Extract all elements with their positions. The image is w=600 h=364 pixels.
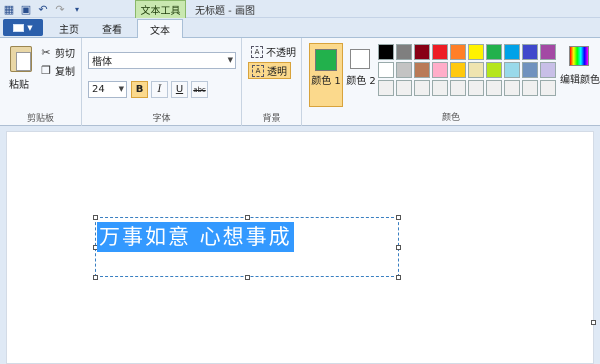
paste-icon[interactable] bbox=[10, 46, 32, 72]
file-menu-icon bbox=[13, 23, 25, 32]
edit-colors-button[interactable]: 编辑颜色 bbox=[558, 43, 600, 103]
color2-label: 颜色 2 bbox=[346, 76, 376, 87]
palette-color-swatch[interactable] bbox=[522, 62, 538, 78]
palette-color-swatch[interactable] bbox=[378, 44, 394, 60]
edit-colors-icon bbox=[569, 46, 589, 66]
palette-color-swatch[interactable] bbox=[486, 80, 502, 96]
palette-color-swatch[interactable] bbox=[432, 80, 448, 96]
palette-color-swatch[interactable] bbox=[468, 62, 484, 78]
canvas-resize-handle[interactable] bbox=[591, 320, 596, 325]
palette-color-swatch[interactable] bbox=[396, 62, 412, 78]
file-menu-button[interactable]: ▼ bbox=[3, 19, 43, 36]
palette-color-swatch[interactable] bbox=[396, 80, 412, 96]
copy-button[interactable]: ❐ 复制 bbox=[40, 63, 75, 78]
transparent-button[interactable]: A 透明 bbox=[248, 62, 291, 79]
app-icon[interactable]: ▦ bbox=[2, 2, 16, 16]
resize-handle[interactable] bbox=[245, 215, 250, 220]
canvas-text[interactable]: 万事如意 心想事成 bbox=[97, 222, 294, 252]
font-size-select[interactable]: 24 ▼ bbox=[88, 81, 127, 98]
context-tab-text-tools: 文本工具 bbox=[135, 0, 186, 18]
palette-color-swatch[interactable] bbox=[378, 80, 394, 96]
paste-button[interactable]: 粘贴 bbox=[9, 76, 29, 91]
resize-handle[interactable] bbox=[396, 245, 401, 250]
palette-color-swatch[interactable] bbox=[540, 62, 556, 78]
clipboard-group-label: 剪贴板 bbox=[26, 114, 54, 124]
resize-handle[interactable] bbox=[396, 275, 401, 280]
font-family-select[interactable]: 楷体 ▼ bbox=[88, 52, 236, 69]
palette-color-swatch[interactable] bbox=[432, 62, 448, 78]
resize-handle[interactable] bbox=[245, 275, 250, 280]
window-title: 无标题 - 画图 bbox=[195, 6, 255, 17]
undo-icon[interactable]: ↶ bbox=[36, 2, 50, 16]
color2-swatch bbox=[350, 49, 370, 69]
palette-color-swatch[interactable] bbox=[378, 62, 394, 78]
palette-color-swatch[interactable] bbox=[414, 62, 430, 78]
background-group-label: 背景 bbox=[262, 114, 281, 124]
palette-color-swatch[interactable] bbox=[450, 80, 466, 96]
edit-colors-label: 编辑颜色 bbox=[560, 75, 600, 86]
resize-handle[interactable] bbox=[93, 215, 98, 220]
palette-color-swatch[interactable] bbox=[468, 80, 484, 96]
palette-color-swatch[interactable] bbox=[540, 80, 556, 96]
colors-group-label: 颜色 bbox=[441, 113, 460, 123]
palette-color-swatch[interactable] bbox=[414, 44, 430, 60]
tab-text[interactable]: 文本 bbox=[137, 19, 183, 39]
customize-toolbar-icon[interactable]: ▾ bbox=[70, 2, 84, 16]
palette-color-swatch[interactable] bbox=[540, 44, 556, 60]
copy-icon: ❐ bbox=[41, 63, 51, 77]
save-icon[interactable]: ▣ bbox=[19, 2, 33, 16]
palette-color-swatch[interactable] bbox=[504, 44, 520, 60]
chevron-down-icon: ▼ bbox=[118, 85, 124, 93]
opaque-icon: A bbox=[251, 45, 263, 58]
palette-color-swatch[interactable] bbox=[486, 62, 502, 78]
tab-view[interactable]: 查看 bbox=[92, 18, 132, 38]
palette-color-swatch[interactable] bbox=[432, 44, 448, 60]
color1-button[interactable]: 颜色 1 bbox=[309, 43, 343, 107]
chevron-down-icon: ▼ bbox=[227, 56, 233, 64]
palette-color-swatch[interactable] bbox=[504, 62, 520, 78]
underline-button[interactable]: U bbox=[171, 81, 188, 98]
color1-label: 颜色 1 bbox=[311, 76, 341, 87]
palette-color-swatch[interactable] bbox=[504, 80, 520, 96]
palette-color-swatch[interactable] bbox=[450, 44, 466, 60]
cut-button[interactable]: ✂ 剪切 bbox=[40, 45, 75, 60]
resize-handle[interactable] bbox=[396, 215, 401, 220]
tab-home[interactable]: 主页 bbox=[52, 18, 86, 38]
palette-color-swatch[interactable] bbox=[486, 44, 502, 60]
ribbon-tab-row bbox=[0, 18, 600, 38]
bold-button[interactable]: B bbox=[131, 81, 148, 98]
palette-color-swatch[interactable] bbox=[450, 62, 466, 78]
font-group-label: 字体 bbox=[152, 114, 171, 124]
opaque-button[interactable]: A 不透明 bbox=[248, 43, 299, 60]
color2-button[interactable]: 颜色 2 bbox=[346, 43, 376, 107]
redo-icon[interactable]: ↷ bbox=[53, 2, 67, 16]
palette-color-swatch[interactable] bbox=[414, 80, 430, 96]
title-bar bbox=[0, 0, 600, 18]
palette-color-swatch[interactable] bbox=[522, 80, 538, 96]
italic-button[interactable]: I bbox=[151, 81, 168, 98]
palette-color-swatch[interactable] bbox=[522, 44, 538, 60]
palette-color-swatch[interactable] bbox=[396, 44, 412, 60]
color1-swatch bbox=[315, 49, 337, 71]
quick-access-toolbar: ▦ ▣ ↶ ↷ ▾ bbox=[2, 2, 84, 16]
clipboard-group: 粘贴 ✂ 剪切 ❐ 复制 剪贴板 bbox=[0, 38, 82, 126]
ribbon: 粘贴 ✂ 剪切 ❐ 复制 剪贴板 字体 楷体 ▼ 24 ▼ B I U abc 背景… bbox=[0, 38, 600, 126]
strikethrough-button[interactable]: abc bbox=[191, 81, 208, 98]
palette-color-swatch[interactable] bbox=[468, 44, 484, 60]
scissors-icon: ✂ bbox=[41, 45, 51, 59]
resize-handle[interactable] bbox=[93, 275, 98, 280]
transparent-icon: A bbox=[252, 64, 264, 77]
chevron-down-icon: ▼ bbox=[27, 23, 33, 32]
